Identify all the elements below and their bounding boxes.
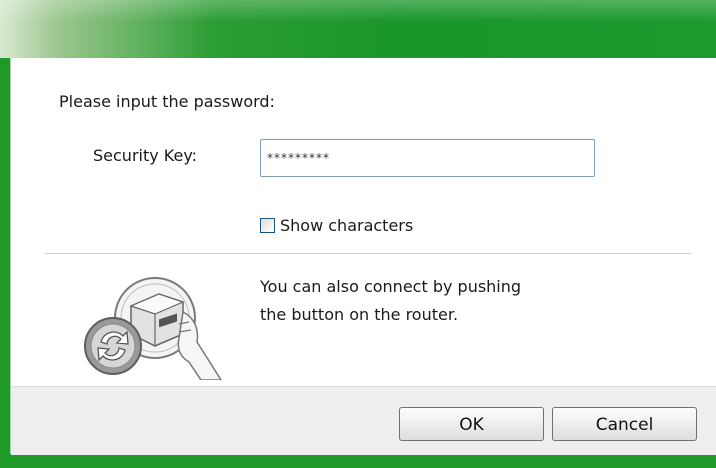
wps-info-line-2: the button on the router. <box>260 305 459 324</box>
dialog-footer: OK Cancel <box>11 386 716 455</box>
show-characters-checkbox[interactable] <box>260 218 275 233</box>
window-titlebar[interactable] <box>0 0 716 58</box>
security-key-input[interactable] <box>260 139 595 177</box>
wps-push-button-icon <box>84 277 222 380</box>
cancel-button[interactable]: Cancel <box>552 407 697 441</box>
password-prompt: Please input the password: <box>59 92 275 111</box>
ok-button[interactable]: OK <box>399 407 544 441</box>
titlebar-sheen <box>0 0 716 22</box>
wps-info-line-1: You can also connect by pushing <box>260 277 522 296</box>
password-dialog: Please input the password: Security Key:… <box>10 58 716 455</box>
section-divider <box>45 253 691 254</box>
security-key-label: Security Key: <box>93 146 198 165</box>
show-characters-label[interactable]: Show characters <box>280 216 413 235</box>
